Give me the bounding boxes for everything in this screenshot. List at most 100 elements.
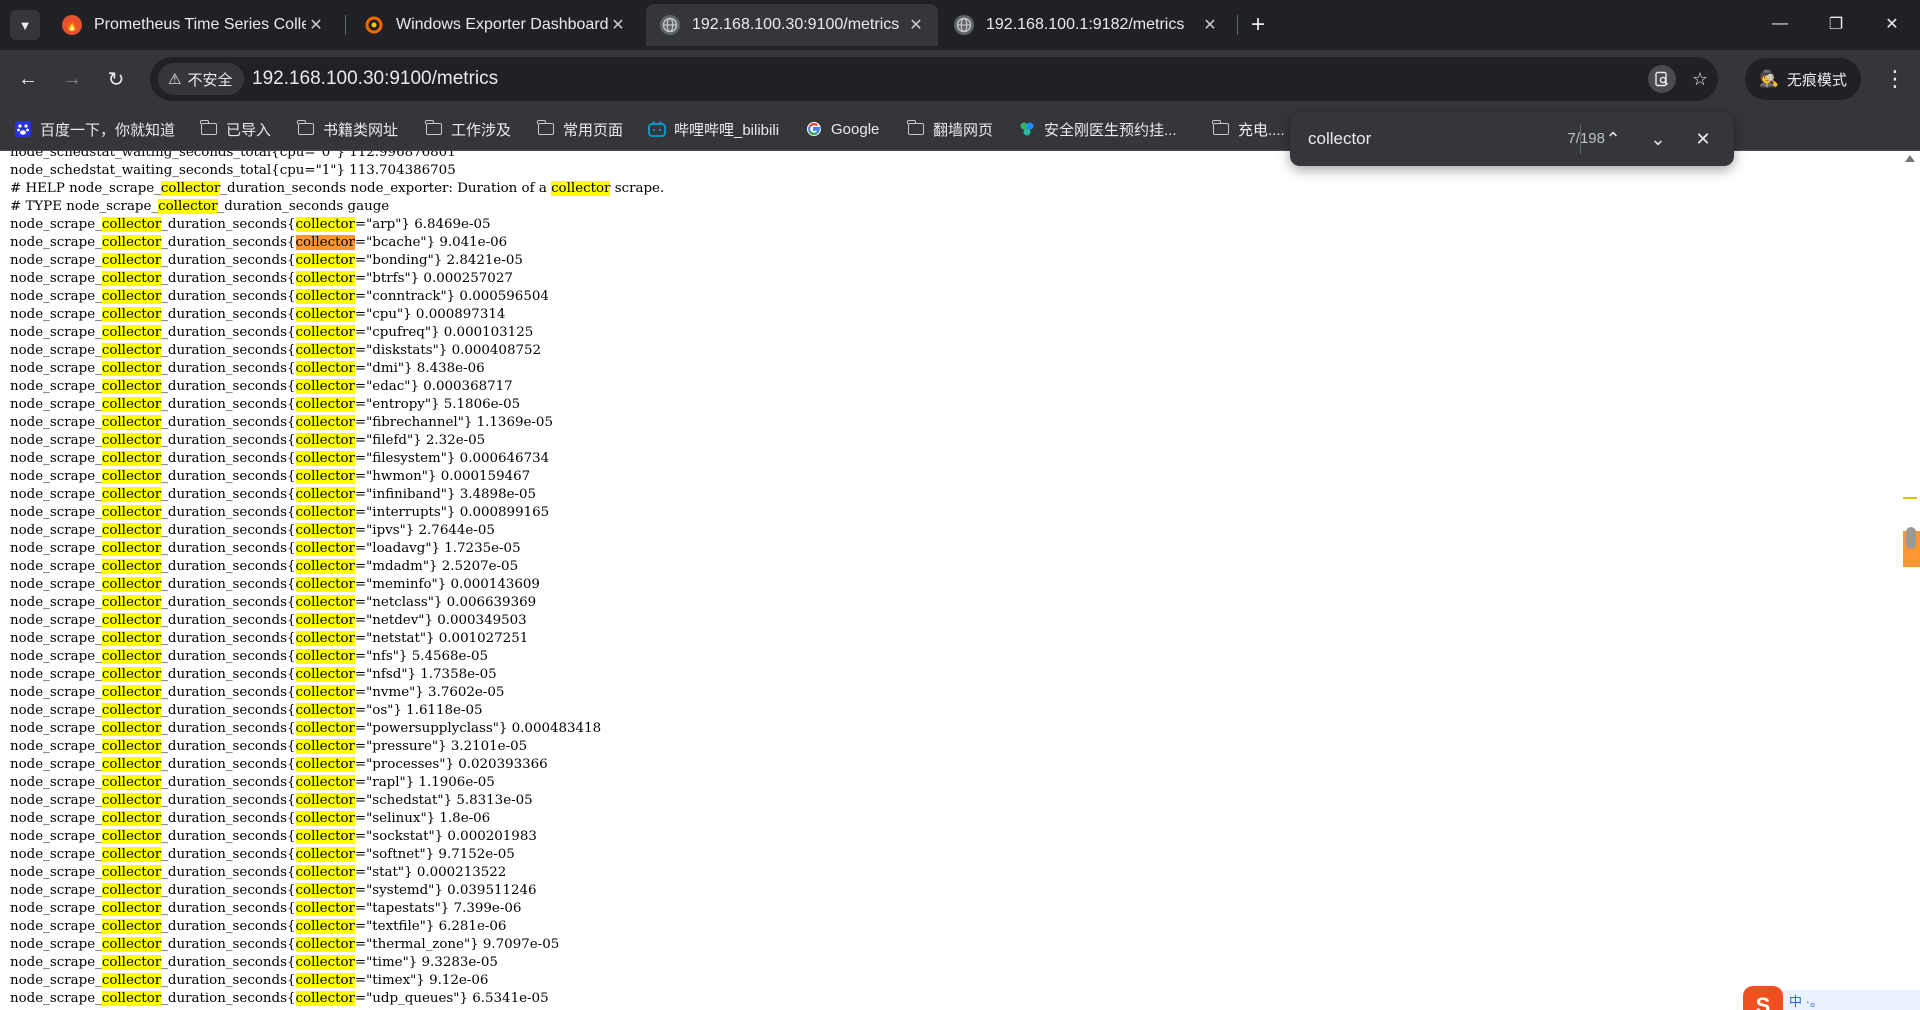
reload-button[interactable]: ↻ xyxy=(100,63,132,95)
tab-prometheus[interactable]: 🔥 Prometheus Time Series Colle ✕ xyxy=(48,4,338,46)
metric-line: node_scrape_collector_duration_seconds{c… xyxy=(10,792,533,810)
text-fragment: node_scrape_ xyxy=(10,739,102,754)
globe-icon xyxy=(954,15,974,35)
text-fragment: _duration_seconds{ xyxy=(161,469,296,484)
vertical-scrollbar[interactable] xyxy=(1900,151,1920,1010)
tab-search-button[interactable]: ▼ xyxy=(10,10,40,40)
tab-windows-metrics[interactable]: 192.168.100.1:9182/metrics ✕ xyxy=(940,4,1232,46)
metric-line: node_scrape_collector_duration_seconds{c… xyxy=(10,594,536,612)
metric-label-value: ="pressure"} 3.2101e-05 xyxy=(354,739,528,754)
search-match: collector xyxy=(295,253,355,268)
bookmark-label: 安全刚医生预约挂... xyxy=(1044,121,1177,139)
search-match: collector xyxy=(295,973,355,988)
text-fragment: _duration_seconds{ xyxy=(161,667,296,682)
back-button[interactable]: ← xyxy=(12,63,44,95)
metric-label-value: ="conntrack"} 0.000596504 xyxy=(354,289,549,304)
search-match: collector xyxy=(101,721,162,736)
bookmark-baidu[interactable]: 百度一下，你就知道 xyxy=(14,116,175,142)
metric-line: node_scrape_collector_duration_seconds{c… xyxy=(10,288,549,306)
minimize-button[interactable]: — xyxy=(1752,0,1808,48)
search-match: collector xyxy=(101,703,162,718)
bookmark-folder-work[interactable]: 工作涉及 xyxy=(425,116,511,142)
search-match: collector xyxy=(101,469,162,484)
close-icon[interactable]: ✕ xyxy=(306,15,326,35)
google-icon xyxy=(805,121,823,137)
folder-icon xyxy=(537,120,555,137)
find-previous-button[interactable]: ⌃ xyxy=(1598,124,1628,154)
tab-divider xyxy=(1237,15,1238,35)
help-line: # HELP node_scrape_collector_duration_se… xyxy=(10,180,664,198)
find-input[interactable]: collector xyxy=(1308,112,1371,166)
url-text[interactable]: 192.168.100.30:9100/metrics xyxy=(252,57,498,101)
text-fragment: node_scrape_ xyxy=(10,505,102,520)
address-bar[interactable]: ⚠ 不安全 192.168.100.30:9100/metrics ☆ xyxy=(150,57,1718,101)
metric-label-value: ="netstat"} 0.001027251 xyxy=(354,631,529,646)
folder-icon xyxy=(1212,120,1230,137)
metric-label-value: ="filesystem"} 0.000646734 xyxy=(354,451,550,466)
metric-label-value: ="mdadm"} 2.5207e-05 xyxy=(354,559,519,574)
arrow-right-icon: → xyxy=(62,67,82,90)
tab-windows-exporter[interactable]: Windows Exporter Dashboard ✕ xyxy=(350,4,640,46)
scrollbar-thumb[interactable] xyxy=(1906,527,1916,549)
new-tab-button[interactable]: + xyxy=(1243,10,1273,40)
search-match: collector xyxy=(295,883,355,898)
tab-title: 192.168.100.1:9182/metrics xyxy=(986,16,1185,33)
metric-label-value: ="ipvs"} 2.7644e-05 xyxy=(354,523,495,538)
close-icon[interactable]: ✕ xyxy=(608,15,628,35)
metric-label-value: ="bcache"} 9.041e-06 xyxy=(354,235,508,250)
close-icon[interactable]: ✕ xyxy=(1200,15,1220,35)
bookmark-folder-books[interactable]: 书籍类网址 xyxy=(297,116,398,142)
sogou-ime-icon[interactable]: S xyxy=(1743,986,1783,1010)
text-fragment: _duration_seconds{ xyxy=(161,901,296,916)
search-match: collector xyxy=(101,505,162,520)
text-fragment: node_scrape_ xyxy=(10,379,102,394)
scroll-up-icon[interactable] xyxy=(1905,155,1915,162)
incognito-label: 无痕模式 xyxy=(1786,71,1847,89)
find-close-button[interactable]: ✕ xyxy=(1688,124,1718,154)
text-fragment: _duration_seconds{ xyxy=(161,577,296,592)
bookmark-folder-vpn[interactable]: 翻墙网页 xyxy=(907,116,993,142)
find-next-button[interactable]: ⌄ xyxy=(1643,124,1673,154)
page-search-icon[interactable] xyxy=(1648,65,1676,93)
text-fragment: node_scrape_ xyxy=(10,685,102,700)
tab-node-metrics[interactable]: 192.168.100.30:9100/metrics ✕ xyxy=(646,4,938,46)
close-window-button[interactable]: ✕ xyxy=(1864,0,1920,48)
text-fragment: node_scrape_ xyxy=(10,307,102,322)
bookmark-google[interactable]: Google xyxy=(805,116,879,142)
bookmark-health[interactable]: 安全刚医生预约挂... xyxy=(1018,116,1177,142)
bookmark-star-icon[interactable]: ☆ xyxy=(1686,65,1714,93)
search-match: collector xyxy=(295,271,355,286)
browser-menu-button[interactable]: ⋮ xyxy=(1880,64,1910,94)
bookmark-folder-common[interactable]: 常用页面 xyxy=(537,116,623,142)
bookmark-folder-charge[interactable]: 充电.... xyxy=(1212,116,1285,142)
metric-label-value: ="nfs"} 5.4568e-05 xyxy=(354,649,489,664)
tab-title: Windows Exporter Dashboard xyxy=(396,16,608,33)
search-match: collector xyxy=(101,919,162,934)
text-fragment: node_scrape_ xyxy=(10,541,102,556)
security-label: 不安全 xyxy=(187,71,233,89)
forward-button[interactable]: → xyxy=(56,63,88,95)
search-match: collector xyxy=(101,253,162,268)
text-fragment: _duration_seconds{ xyxy=(161,631,296,646)
metric-line: node_scrape_collector_duration_seconds{c… xyxy=(10,558,518,576)
text-fragment: node_scrape_ xyxy=(10,721,102,736)
bookmark-bilibili[interactable]: 哔哩哔哩_bilibili xyxy=(648,116,779,142)
ime-toolbar[interactable]: 中 ·。 S xyxy=(1743,984,1920,1010)
text-fragment: _duration_seconds node_exporter: Duratio… xyxy=(220,181,552,196)
globe-icon xyxy=(660,15,680,35)
search-match: collector xyxy=(295,793,355,808)
security-indicator[interactable]: ⚠ 不安全 xyxy=(158,63,245,95)
ime-status[interactable]: 中 ·。 xyxy=(1779,990,1920,1010)
text-fragment: _duration_seconds gauge xyxy=(217,199,390,214)
restore-button[interactable]: ❐ xyxy=(1808,0,1864,48)
close-icon[interactable]: ✕ xyxy=(906,15,926,35)
incognito-chip[interactable]: 🕵 无痕模式 xyxy=(1745,58,1861,100)
text-fragment: node_scrape_ xyxy=(10,253,102,268)
metric-label-value: ="timex"} 9.12e-06 xyxy=(354,973,489,988)
text-fragment: node_scrape_ xyxy=(10,451,102,466)
search-match: collector xyxy=(295,901,355,916)
bookmark-folder-imported[interactable]: 已导入 xyxy=(200,116,271,142)
text-fragment: _duration_seconds{ xyxy=(161,937,296,952)
search-match: collector xyxy=(295,991,355,1006)
metric-line: node_scrape_collector_duration_seconds{c… xyxy=(10,990,549,1008)
